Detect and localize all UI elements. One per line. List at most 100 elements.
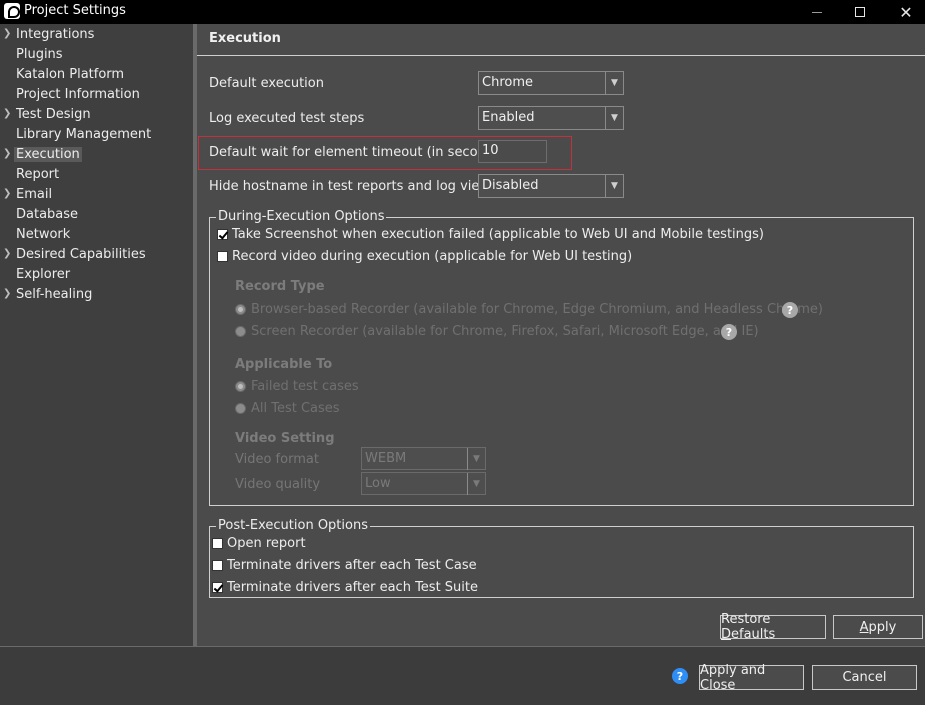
help-icon[interactable]: ? <box>672 668 688 684</box>
sidebar-item-database[interactable]: Database <box>0 205 193 225</box>
video-format-label: Video format <box>235 452 319 467</box>
record-type-heading: Record Type <box>235 279 325 294</box>
wait-timeout-input[interactable]: 10 <box>478 140 547 163</box>
terminate-test-case-checkbox[interactable]: Terminate drivers after each Test Case <box>212 558 477 573</box>
log-steps-value: Enabled <box>482 110 535 125</box>
minimize-icon <box>812 11 822 13</box>
chevron-right-icon[interactable]: ❯ <box>3 288 11 299</box>
maximize-icon <box>855 7 865 17</box>
terminate-test-suite-label: Terminate drivers after each Test Suite <box>227 580 479 595</box>
video-quality-value: Low <box>365 476 391 491</box>
title-bar: Project Settings ✕ <box>0 0 925 24</box>
record-video-checkbox[interactable]: Record video during execution (applicabl… <box>217 249 632 264</box>
radio-unselected-icon[interactable] <box>235 326 246 337</box>
close-button[interactable]: ✕ <box>883 0 925 24</box>
radio-selected-icon[interactable] <box>235 381 246 392</box>
chevron-right-icon[interactable]: ❯ <box>3 108 11 119</box>
during-execution-group: During-Execution Options Take Screenshot… <box>209 209 914 506</box>
sidebar-item-report[interactable]: Report <box>0 165 193 185</box>
take-screenshot-checkbox[interactable]: Take Screenshot when execution failed (a… <box>217 227 764 242</box>
dialog-footer: ? Apply and Close Cancel <box>0 646 925 705</box>
radio-unselected-icon[interactable] <box>235 403 246 414</box>
video-quality-label: Video quality <box>235 477 321 492</box>
sidebar-item-plugins[interactable]: Plugins <box>0 45 193 65</box>
checkbox-unchecked-icon[interactable] <box>212 538 223 549</box>
restore-prefix: Restore <box>721 612 771 627</box>
checkbox-unchecked-icon[interactable] <box>217 251 228 262</box>
chevron-right-icon[interactable]: ❯ <box>3 148 11 159</box>
chevron-down-icon: ▼ <box>467 473 485 495</box>
help-icon[interactable]: ? <box>782 302 798 318</box>
failed-test-cases-label: Failed test cases <box>251 379 359 394</box>
sidebar-item-label: Explorer <box>16 267 71 282</box>
restore-mnemonic: D <box>721 627 732 642</box>
checkbox-unchecked-icon[interactable] <box>212 560 223 571</box>
chevron-right-icon[interactable]: ❯ <box>3 248 11 259</box>
maximize-button[interactable] <box>837 0 883 24</box>
katalon-app-icon <box>4 3 20 19</box>
sidebar-item-project-information[interactable]: Project Information <box>0 85 193 105</box>
browser-recorder-label: Browser-based Recorder (available for Ch… <box>251 302 823 317</box>
video-setting-heading: Video Setting <box>235 431 335 446</box>
restore-suffix: efaults <box>731 627 776 642</box>
radio-selected-icon[interactable] <box>235 304 246 315</box>
video-quality-select[interactable]: Low ▼ <box>361 472 486 495</box>
sidebar-item-label: Library Management <box>16 127 152 142</box>
chevron-right-icon[interactable]: ❯ <box>3 188 11 199</box>
screen-recorder-radio[interactable]: Screen Recorder (available for Chrome, F… <box>235 324 759 339</box>
sidebar-item-library-management[interactable]: Library Management <box>0 125 193 145</box>
chevron-down-icon: ▼ <box>467 448 485 470</box>
chevron-right-icon[interactable]: ❯ <box>3 28 11 39</box>
cancel-button[interactable]: Cancel <box>812 665 917 690</box>
take-screenshot-label: Take Screenshot when execution failed (a… <box>232 227 765 242</box>
log-steps-label: Log executed test steps <box>209 111 365 126</box>
apply-button[interactable]: Apply <box>833 615 923 639</box>
wait-timeout-label: Default wait for element timeout (in sec… <box>209 145 506 160</box>
execution-settings-panel: Execution Default execution Chrome ▼ Log… <box>197 24 925 646</box>
sidebar-item-label: Project Information <box>16 87 140 102</box>
minimize-button[interactable] <box>794 0 840 24</box>
sidebar-item-label: Execution <box>14 147 82 162</box>
sidebar-item-network[interactable]: Network <box>0 225 193 245</box>
sidebar-item-katalon-platform[interactable]: Katalon Platform <box>0 65 193 85</box>
all-test-cases-radio[interactable]: All Test Cases <box>235 401 340 416</box>
checkbox-checked-icon[interactable] <box>212 582 223 593</box>
chevron-down-icon: ▼ <box>605 175 623 197</box>
sidebar-item-desired-capabilities[interactable]: ❯ Desired Capabilities <box>0 245 193 265</box>
sidebar-item-email[interactable]: ❯ Email <box>0 185 193 205</box>
sidebar-item-label: Desired Capabilities <box>16 247 146 262</box>
sidebar-item-label: Test Design <box>16 107 91 122</box>
checkbox-checked-icon[interactable] <box>217 229 228 240</box>
log-steps-select[interactable]: Enabled ▼ <box>478 106 624 130</box>
failed-test-cases-radio[interactable]: Failed test cases <box>235 379 359 394</box>
sidebar-item-label: Email <box>16 187 53 202</box>
default-execution-label: Default execution <box>209 76 324 91</box>
default-execution-value: Chrome <box>482 75 533 90</box>
default-execution-select[interactable]: Chrome ▼ <box>478 71 624 95</box>
help-icon[interactable]: ? <box>721 324 737 340</box>
apply-mnemonic: A <box>859 619 869 635</box>
apply-and-close-button[interactable]: Apply and Close <box>699 663 804 693</box>
open-report-checkbox[interactable]: Open report <box>212 536 306 551</box>
post-execution-legend: Post-Execution Options <box>216 518 370 533</box>
restore-defaults-button[interactable]: Restore Defaults <box>720 612 826 642</box>
sidebar-item-self-healing[interactable]: ❯ Self-healing <box>0 285 193 305</box>
sidebar-item-test-design[interactable]: ❯ Test Design <box>0 105 193 125</box>
sidebar-item-integrations[interactable]: ❯ Integrations <box>0 25 193 45</box>
sidebar-item-label: Report <box>16 167 60 182</box>
video-format-select[interactable]: WEBM ▼ <box>361 447 486 470</box>
hide-hostname-select[interactable]: Disabled ▼ <box>478 174 624 198</box>
sidebar-item-explorer[interactable]: Explorer <box>0 265 193 285</box>
sidebar-item-label: Network <box>16 227 71 242</box>
sidebar-item-label: Plugins <box>16 47 63 62</box>
browser-recorder-radio[interactable]: Browser-based Recorder (available for Ch… <box>235 302 823 317</box>
all-test-cases-label: All Test Cases <box>251 401 340 416</box>
terminate-test-suite-checkbox[interactable]: Terminate drivers after each Test Suite <box>212 580 478 595</box>
sidebar-item-label: Integrations <box>16 27 95 42</box>
sidebar-item-label: Self-healing <box>16 287 93 302</box>
sidebar-item-execution[interactable]: ❯ Execution <box>0 145 193 165</box>
video-format-value: WEBM <box>365 451 407 466</box>
hide-hostname-label: Hide hostname in test reports and log vi… <box>209 179 504 194</box>
panel-header: Execution <box>197 24 925 56</box>
hide-hostname-value: Disabled <box>482 178 539 193</box>
